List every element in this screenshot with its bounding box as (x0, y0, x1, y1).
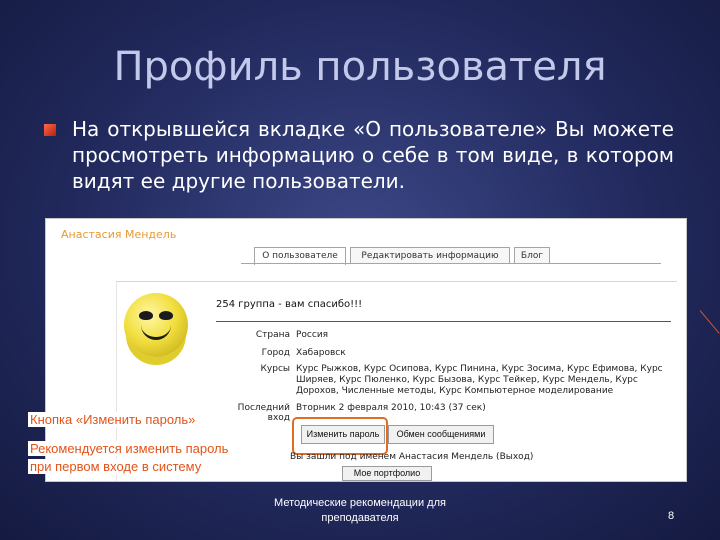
footer-line-1: Методические рекомендации для (274, 497, 446, 509)
avatar-eye (139, 311, 153, 320)
callout-recommend-line2: при первом входе в систему (28, 459, 204, 474)
courses-value: Курс Рыжков, Курс Осипова, Курс Пинина, … (296, 364, 663, 396)
city-value: Хабаровск (296, 348, 346, 358)
last-login-label: Последний вход (237, 403, 290, 423)
callout-change-password: Кнопка «Изменить пароль» (28, 412, 198, 427)
tab-blog[interactable]: Блог (514, 247, 550, 264)
tab-edit-info[interactable]: Редактировать информацию (350, 247, 510, 264)
city-label: Город (261, 348, 290, 358)
avatar (124, 293, 188, 357)
slide-title: Профиль пользователя (113, 44, 607, 90)
callout-recommend-line1: Рекомендуется изменить пароль (28, 441, 231, 456)
page-number: 8 (668, 510, 675, 522)
divider (216, 321, 671, 322)
last-login-value: Вторник 2 февраля 2010, 10:43 (37 сек) (296, 403, 486, 413)
profile-description: 254 группа - вам спасибо!!! (216, 299, 363, 310)
bullet-icon (44, 124, 56, 136)
slide-footer: Методические рекомендации для преподават… (240, 496, 480, 526)
decorative-line (699, 310, 720, 334)
messages-button[interactable]: Обмен сообщениями (388, 425, 494, 444)
footer-line-2: преподавателя (321, 512, 399, 524)
tab-bar-divider (241, 263, 661, 264)
logged-in-status: Вы зашли под именем Анастасия Мендель (В… (290, 452, 534, 462)
avatar-eye (159, 311, 173, 320)
courses-label: Курсы (260, 364, 290, 374)
slide-body-text: На открывшейся вкладке «О пользователе» … (72, 117, 674, 193)
profile-name: Анастасия Мендель (61, 228, 177, 241)
avatar-mouth (141, 323, 171, 340)
country-value: Россия (296, 330, 329, 340)
change-password-highlight (292, 417, 388, 455)
my-portfolio-button[interactable]: Мое портфолио (342, 466, 432, 481)
country-label: Страна (255, 330, 290, 340)
